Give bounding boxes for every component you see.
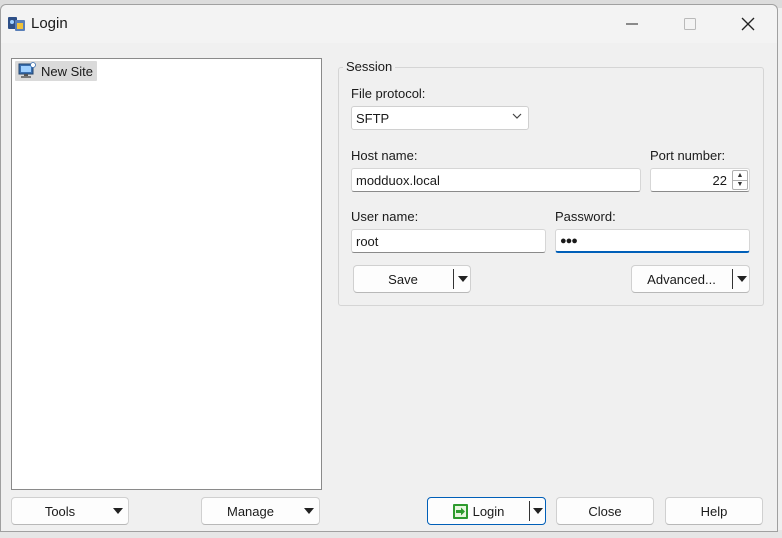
port-number-label: Port number: [650, 148, 726, 163]
site-item-new-site[interactable]: New Site [15, 61, 98, 81]
session-group-label: Session [343, 59, 396, 74]
port-number-value: 22 [712, 172, 727, 188]
manage-button[interactable]: Manage [201, 497, 320, 525]
advanced-button-label: Advanced... [647, 271, 716, 287]
tools-button-label: Tools [44, 503, 76, 519]
maximize-button[interactable] [667, 5, 713, 43]
manage-button-main[interactable]: Manage [202, 498, 299, 524]
close-button[interactable]: Close [556, 497, 654, 525]
tools-button-main[interactable]: Tools [12, 498, 108, 524]
advanced-dropdown-arrow[interactable] [733, 266, 750, 292]
host-name-input[interactable]: modduox.local [351, 168, 641, 192]
login-button[interactable]: Login [427, 497, 546, 525]
advanced-button[interactable]: Advanced... [631, 265, 750, 293]
user-name-input[interactable]: root [351, 229, 546, 253]
user-name-label: User name: [351, 209, 419, 224]
tools-dropdown-arrow[interactable] [108, 498, 128, 524]
chevron-down-icon [512, 111, 522, 124]
site-item-label: New Site [41, 63, 94, 79]
site-tree[interactable]: New Site [11, 58, 322, 490]
close-icon [741, 17, 755, 31]
advanced-button-main[interactable]: Advanced... [632, 266, 731, 292]
login-dropdown-arrow[interactable] [530, 498, 546, 524]
window-title: Login [31, 15, 68, 32]
winscp-app-icon [8, 17, 25, 31]
login-button-main[interactable]: Login [428, 498, 528, 524]
file-protocol-value: SFTP [356, 110, 390, 126]
computer-icon [18, 62, 36, 78]
manage-button-label: Manage [227, 503, 274, 519]
save-button-main[interactable]: Save [354, 266, 452, 292]
title-bar[interactable]: Login [1, 5, 777, 43]
file-protocol-select[interactable]: SFTP [351, 106, 529, 130]
caret-down-icon [533, 508, 543, 514]
maximize-icon [684, 18, 696, 30]
minimize-button[interactable] [609, 5, 655, 43]
caret-down-icon [304, 508, 314, 514]
spin-up-icon[interactable]: ▲ [733, 171, 747, 180]
login-button-label: Login [472, 503, 505, 519]
password-input[interactable]: ●●● [555, 229, 750, 253]
close-window-button[interactable] [725, 5, 771, 43]
help-button[interactable]: Help [665, 497, 763, 525]
port-spinner[interactable]: ▲ ▼ [732, 170, 748, 190]
save-button[interactable]: Save [353, 265, 471, 293]
minimize-icon [626, 23, 638, 25]
manage-dropdown-arrow[interactable] [299, 498, 319, 524]
login-dialog: Login New Site Session File protocol: SF… [0, 4, 778, 532]
caret-down-icon [113, 508, 123, 514]
login-icon [452, 503, 468, 519]
save-button-label: Save [388, 271, 418, 287]
file-protocol-label: File protocol: [351, 86, 426, 101]
tools-button[interactable]: Tools [11, 497, 129, 525]
caret-down-icon [736, 276, 747, 282]
spin-down-icon[interactable]: ▼ [733, 179, 747, 190]
port-number-input[interactable]: 22 ▲ ▼ [650, 168, 750, 192]
caret-down-icon [457, 276, 468, 282]
host-name-label: Host name: [351, 148, 418, 163]
save-dropdown-arrow[interactable] [454, 266, 471, 292]
password-label: Password: [555, 209, 616, 224]
